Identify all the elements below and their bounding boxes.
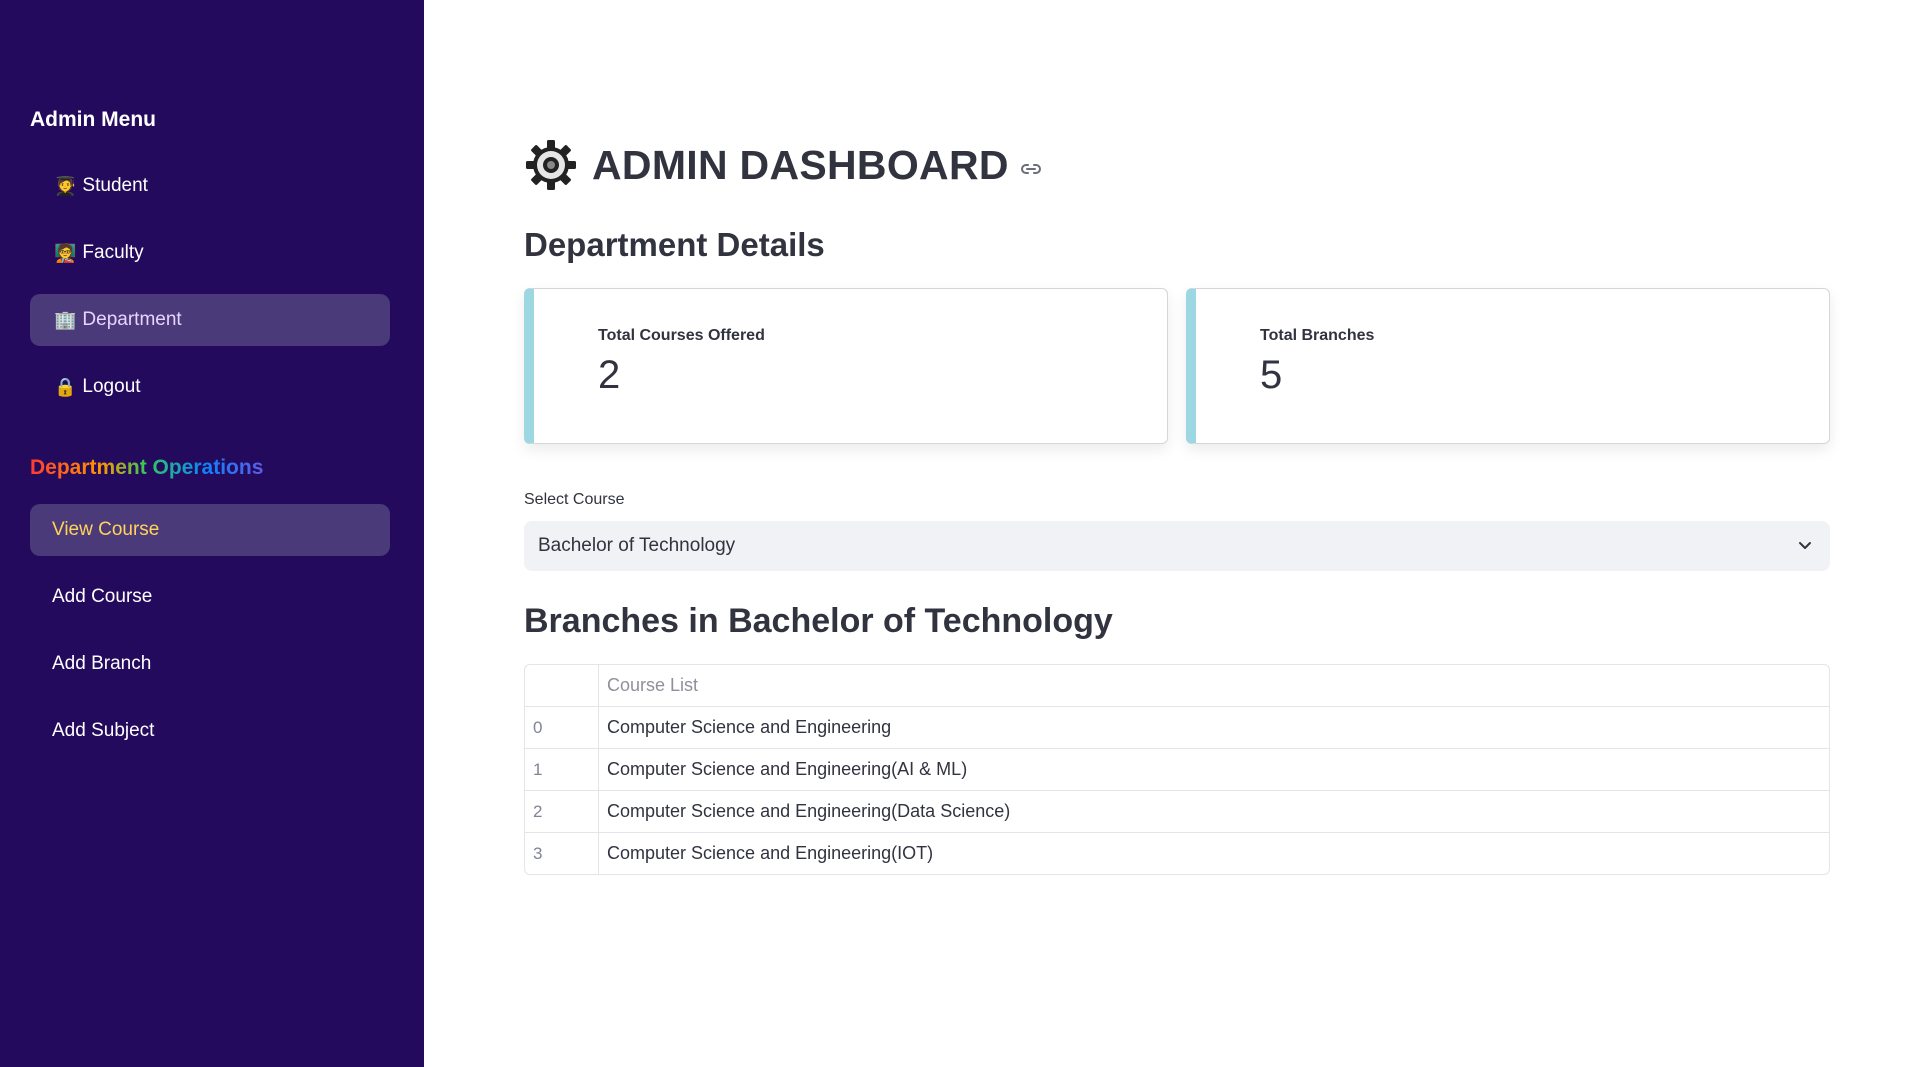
operation-view-course[interactable]: View Course [30, 504, 390, 556]
department-icon: 🏢 [54, 309, 77, 330]
sidebar-item-label: Faculty [82, 242, 144, 263]
row-index: 1 [525, 749, 599, 790]
table-header-row: Course List [525, 665, 1829, 706]
sidebar: Admin Menu 🧑‍🎓 Student 🧑‍🏫 Faculty 🏢 Dep… [0, 0, 424, 1067]
sidebar-item-label: Logout [82, 376, 141, 397]
branches-table: Course List 0 Computer Science and Engin… [524, 664, 1830, 875]
chevron-down-icon[interactable] [1796, 536, 1814, 554]
metric-value: 5 [1260, 353, 1283, 397]
sidebar-item-student[interactable]: 🧑‍🎓 Student [30, 160, 390, 212]
table-cell[interactable]: Computer Science and Engineering(AI & ML… [599, 759, 1829, 780]
course-select[interactable]: Bachelor of Technology [524, 521, 1830, 571]
table-cell[interactable]: Computer Science and Engineering(IOT) [599, 843, 1829, 864]
selected-course: Bachelor of Technology [538, 535, 736, 556]
row-index: 0 [525, 707, 599, 748]
table-row: 2 Computer Science and Engineering(Data … [525, 790, 1829, 832]
sidebar-item-faculty[interactable]: 🧑‍🏫 Faculty [30, 227, 390, 279]
operation-add-course[interactable]: Add Course [30, 571, 390, 623]
student-icon: 🧑‍🎓 [54, 175, 77, 196]
metric-card-branches: Total Branches 5 [1186, 288, 1830, 444]
page-title: ADMIN DASHBOARD [592, 141, 1009, 188]
table-cell[interactable]: Computer Science and Engineering(Data Sc… [599, 801, 1829, 822]
main-content: ADMIN DASHBOARD Department Details Total… [424, 0, 1920, 1067]
admin-menu-title: Admin Menu [30, 108, 156, 131]
sidebar-item-label: Student [82, 175, 148, 196]
row-index: 2 [525, 791, 599, 832]
metric-value: 2 [598, 353, 621, 397]
metric-label: Total Branches [1260, 327, 1375, 344]
metric-card-courses: Total Courses Offered 2 [524, 288, 1168, 444]
operation-add-subject[interactable]: Add Subject [30, 705, 390, 757]
table-cell[interactable]: Computer Science and Engineering [599, 717, 1829, 738]
department-operations-title: Department Operations [30, 456, 264, 479]
department-details-title: Department Details [524, 226, 825, 263]
sidebar-item-department[interactable]: 🏢 Department [30, 294, 390, 346]
table-row: 0 Computer Science and Engineering [525, 706, 1829, 748]
table-row: 1 Computer Science and Engineering(AI & … [525, 748, 1829, 790]
lock-icon: 🔒 [54, 376, 77, 397]
link-icon[interactable] [1019, 158, 1043, 182]
select-course-label: Select Course [524, 491, 625, 508]
index-header [525, 665, 599, 706]
sidebar-item-label: Department [82, 309, 182, 330]
faculty-icon: 🧑‍🏫 [54, 242, 77, 263]
branches-title: Branches in Bachelor of Technology [524, 602, 1113, 640]
row-index: 3 [525, 833, 599, 874]
page-header: ADMIN DASHBOARD [524, 138, 1043, 192]
gear-icon [526, 140, 576, 190]
operation-add-branch[interactable]: Add Branch [30, 638, 390, 690]
sidebar-item-logout[interactable]: 🔒 Logout [30, 361, 390, 413]
table-row: 3 Computer Science and Engineering(IOT) [525, 832, 1829, 874]
metric-label: Total Courses Offered [598, 327, 765, 344]
column-header[interactable]: Course List [599, 675, 1829, 696]
